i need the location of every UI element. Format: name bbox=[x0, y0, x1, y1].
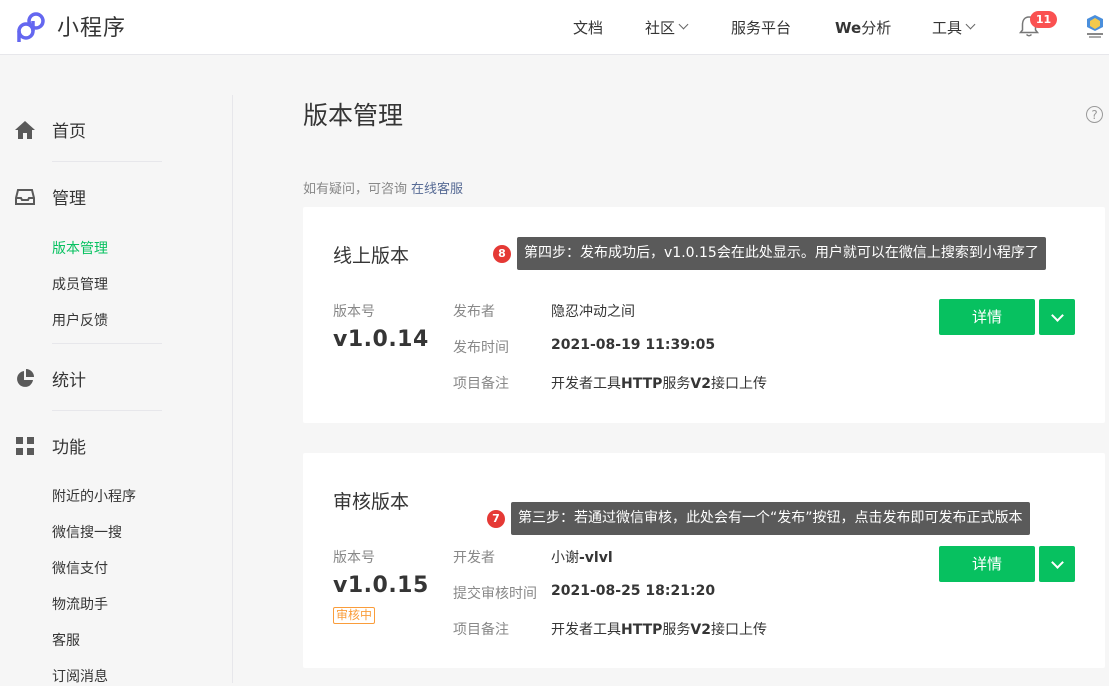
sidebar-item-label: 首页 bbox=[52, 122, 86, 142]
chevron-down-icon bbox=[678, 19, 689, 30]
sidebar-item-stats[interactable]: 统计 bbox=[14, 366, 86, 391]
review-version-card: 审核版本 7 第三步：若通过微信审核，此处会有一个“发布”按钮，点击发布即可发布… bbox=[303, 453, 1105, 668]
sidebar-item-features[interactable]: 功能 bbox=[14, 433, 86, 458]
top-bar: 小程序 文档 社区 服务平台 We 分析 工具 11 bbox=[0, 0, 1109, 55]
sidebar-item-version-manage[interactable]: 版本管理 bbox=[52, 238, 108, 258]
submit-time-label: 提交审核时间 bbox=[453, 586, 537, 602]
more-dropdown-button[interactable] bbox=[1039, 546, 1075, 582]
sidebar-divider bbox=[52, 410, 162, 411]
nav-tools[interactable]: 工具 bbox=[932, 0, 976, 55]
nav-we-analysis[interactable]: We 分析 bbox=[835, 0, 891, 55]
nav-we-prefix: We bbox=[835, 18, 862, 37]
page-title: 版本管理 bbox=[303, 101, 404, 130]
app-title: 小程序 bbox=[57, 16, 127, 41]
publisher-label: 发布者 bbox=[453, 304, 495, 320]
grid-icon bbox=[14, 435, 36, 457]
pie-chart-icon bbox=[14, 368, 36, 390]
sidebar-item-label: 统计 bbox=[52, 371, 86, 391]
chevron-down-icon bbox=[1051, 556, 1064, 569]
nav-service-platform[interactable]: 服务平台 bbox=[731, 0, 791, 55]
step-tooltip-text: 第三步：若通过微信审核，此处会有一个“发布”按钮，点击发布即可发布正式版本 bbox=[511, 502, 1030, 535]
step-tooltip: 8 第四步：发布成功后，v1.0.15会在此处显示。用户就可以在微信上搜索到小程… bbox=[493, 237, 1046, 270]
developer-value: 小谢-vlvl bbox=[551, 547, 613, 567]
mini-program-logo-icon bbox=[17, 12, 45, 42]
nav-community[interactable]: 社区 bbox=[645, 0, 689, 55]
note-part: HTTP bbox=[621, 376, 663, 392]
online-version-card: 线上版本 8 第四步：发布成功后，v1.0.15会在此处显示。用户就可以在微信上… bbox=[303, 207, 1105, 423]
sidebar-item-manage[interactable]: 管理 bbox=[14, 184, 86, 209]
publish-time-label: 发布时间 bbox=[453, 340, 509, 356]
sidebar-item-nearby[interactable]: 附近的小程序 bbox=[52, 486, 136, 506]
note-label: 项目备注 bbox=[453, 376, 509, 392]
chevron-down-icon bbox=[1051, 309, 1064, 322]
note-part: 服务 bbox=[662, 376, 691, 392]
status-badge: 审核中 bbox=[333, 607, 376, 624]
sidebar-item-member-manage[interactable]: 成员管理 bbox=[52, 274, 108, 294]
sidebar-item-subscribe-msg[interactable]: 订阅消息 bbox=[52, 666, 108, 686]
note-label: 项目备注 bbox=[453, 622, 509, 638]
sidebar-divider bbox=[232, 95, 233, 683]
note-value: 开发者工具HTTP服务V2接口上传 bbox=[551, 373, 767, 393]
detail-button[interactable]: 详情 bbox=[939, 299, 1035, 335]
developer-label: 开发者 bbox=[453, 550, 495, 566]
version-number: v1.0.15 bbox=[333, 573, 429, 598]
help-icon[interactable]: ? bbox=[1086, 106, 1103, 123]
nav-docs-label: 文档 bbox=[573, 19, 604, 37]
sidebar-item-label: 管理 bbox=[52, 189, 86, 209]
card-title: 审核版本 bbox=[333, 491, 410, 513]
avatar[interactable] bbox=[1085, 14, 1105, 40]
submit-time-value: 2021-08-25 18:21:20 bbox=[551, 583, 716, 599]
step-number-badge: 8 bbox=[493, 244, 511, 263]
publisher-value: 隐忍冲动之间 bbox=[551, 304, 635, 320]
consult-prefix: 如有疑问，可咨询 bbox=[303, 182, 408, 197]
note-part: 开发者工具 bbox=[551, 376, 621, 392]
version-label: 版本号 bbox=[333, 304, 375, 320]
note-value: 开发者工具HTTP服务V2接口上传 bbox=[551, 619, 767, 639]
step-number-badge: 7 bbox=[487, 509, 505, 528]
publish-time-value: 2021-08-19 11:39:05 bbox=[551, 337, 716, 353]
developer-part: -vlvl bbox=[579, 550, 613, 566]
note-part: 服务 bbox=[662, 622, 691, 638]
sidebar-item-user-feedback[interactable]: 用户反馈 bbox=[52, 310, 108, 330]
nav-tools-label: 工具 bbox=[932, 19, 963, 37]
online-service-link[interactable]: 在线客服 bbox=[411, 182, 463, 197]
step-tooltip-text: 第四步：发布成功后，v1.0.15会在此处显示。用户就可以在微信上搜索到小程序了 bbox=[517, 237, 1046, 270]
version-label: 版本号 bbox=[333, 550, 375, 566]
sidebar-item-home[interactable]: 首页 bbox=[14, 117, 86, 142]
sidebar-item-customer-service[interactable]: 客服 bbox=[52, 630, 80, 650]
note-part: HTTP bbox=[621, 622, 663, 638]
note-part: V2 bbox=[690, 622, 711, 638]
note-part: 接口上传 bbox=[710, 376, 767, 392]
sidebar-divider bbox=[52, 343, 162, 344]
logo[interactable]: 小程序 bbox=[14, 9, 126, 43]
more-dropdown-button[interactable] bbox=[1039, 299, 1075, 335]
step-tooltip: 7 第三步：若通过微信审核，此处会有一个“发布”按钮，点击发布即可发布正式版本 bbox=[487, 502, 1030, 535]
sidebar-divider bbox=[52, 161, 162, 162]
sidebar-item-logistics[interactable]: 物流助手 bbox=[52, 594, 108, 614]
chevron-down-icon bbox=[965, 19, 976, 30]
sidebar-item-search[interactable]: 微信搜一搜 bbox=[52, 522, 122, 542]
sidebar-item-label: 功能 bbox=[52, 438, 86, 458]
consult-text: 如有疑问，可咨询 在线客服 bbox=[303, 178, 463, 197]
note-part: V2 bbox=[690, 376, 711, 392]
inbox-icon bbox=[14, 186, 36, 208]
home-icon bbox=[14, 119, 36, 141]
nav-service-platform-label: 服务平台 bbox=[731, 19, 792, 37]
nav-community-label: 社区 bbox=[645, 19, 676, 37]
nav-docs[interactable]: 文档 bbox=[573, 0, 603, 55]
notification-badge: 11 bbox=[1030, 11, 1057, 28]
card-title: 线上版本 bbox=[333, 245, 410, 267]
developer-part: 小谢 bbox=[551, 550, 579, 566]
note-part: 开发者工具 bbox=[551, 622, 621, 638]
sidebar-item-pay[interactable]: 微信支付 bbox=[52, 558, 108, 578]
detail-button[interactable]: 详情 bbox=[939, 546, 1035, 582]
note-part: 接口上传 bbox=[710, 622, 767, 638]
nav-we-suffix: 分析 bbox=[861, 19, 892, 37]
version-number: v1.0.14 bbox=[333, 327, 429, 352]
